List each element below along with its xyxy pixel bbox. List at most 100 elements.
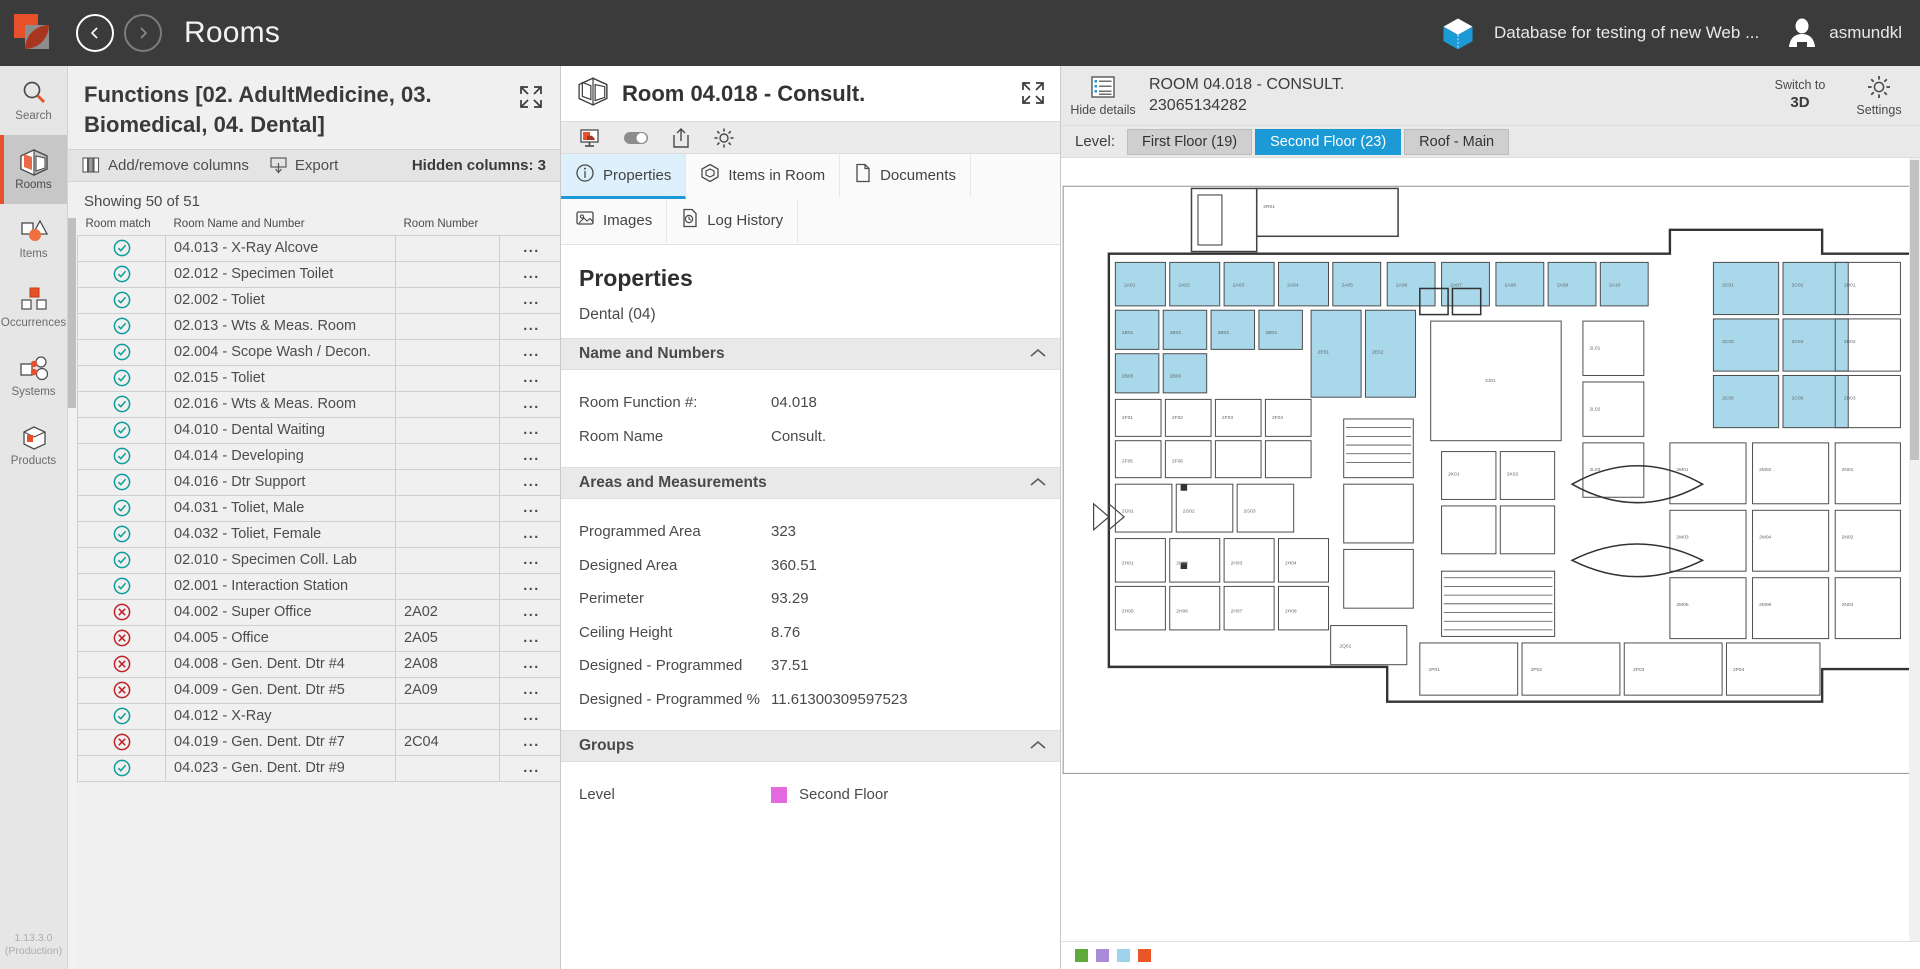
room-name-cell[interactable]: 02.002 - Toliet: [166, 287, 396, 313]
expand-icon[interactable]: [1020, 80, 1046, 111]
row-actions-button[interactable]: ...: [500, 625, 561, 651]
room-name-cell[interactable]: 02.004 - Scope Wash / Decon.: [166, 339, 396, 365]
row-actions-button[interactable]: ...: [500, 755, 561, 781]
room-name-cell[interactable]: 04.010 - Dental Waiting: [166, 417, 396, 443]
plan-vertical-scrollbar[interactable]: [1909, 158, 1920, 941]
room-name-cell[interactable]: 02.016 - Wts & Meas. Room: [166, 391, 396, 417]
legend-swatch-3[interactable]: [1138, 949, 1151, 962]
sidebar-item-products[interactable]: Products: [0, 411, 67, 480]
table-row[interactable]: 02.013 - Wts & Meas. Room...: [78, 313, 561, 339]
tab-images[interactable]: Images: [561, 199, 667, 244]
row-actions-button[interactable]: ...: [500, 443, 561, 469]
table-row[interactable]: 02.004 - Scope Wash / Decon....: [78, 339, 561, 365]
table-row[interactable]: 04.014 - Developing...: [78, 443, 561, 469]
room-name-cell[interactable]: 04.023 - Gen. Dent. Dtr #9: [166, 755, 396, 781]
legend-swatch-0[interactable]: [1075, 949, 1088, 962]
expand-icon[interactable]: [518, 84, 544, 115]
row-actions-button[interactable]: ...: [500, 599, 561, 625]
gear-icon[interactable]: [713, 127, 735, 149]
grid-scrollbar[interactable]: [68, 218, 76, 969]
table-row[interactable]: 02.012 - Specimen Toilet...: [78, 261, 561, 287]
table-row[interactable]: 04.008 - Gen. Dent. Dtr #42A08...: [78, 651, 561, 677]
row-actions-button[interactable]: ...: [500, 261, 561, 287]
legend-swatch-1[interactable]: [1096, 949, 1109, 962]
row-actions-button[interactable]: ...: [500, 339, 561, 365]
forward-button[interactable]: [124, 14, 162, 52]
row-actions-button[interactable]: ...: [500, 573, 561, 599]
row-actions-button[interactable]: ...: [500, 313, 561, 339]
room-name-cell[interactable]: 04.019 - Gen. Dent. Dtr #7: [166, 729, 396, 755]
room-name-cell[interactable]: 04.016 - Dtr Support: [166, 469, 396, 495]
col-header-room-match[interactable]: Room match: [78, 218, 166, 236]
table-row[interactable]: 04.016 - Dtr Support...: [78, 469, 561, 495]
level-tab-first-floor-19[interactable]: First Floor (19): [1127, 129, 1252, 155]
add-remove-columns-button[interactable]: Add/remove columns: [82, 156, 249, 174]
export-button[interactable]: Export: [269, 156, 338, 174]
room-name-cell[interactable]: 02.015 - Toliet: [166, 365, 396, 391]
tab-properties[interactable]: Properties: [561, 154, 686, 199]
table-row[interactable]: 04.012 - X-Ray...: [78, 703, 561, 729]
sidebar-item-rooms[interactable]: Rooms: [0, 135, 67, 204]
table-row[interactable]: 02.015 - Toliet...: [78, 365, 561, 391]
tab-items-in-room[interactable]: Items in Room: [686, 154, 840, 199]
room-name-cell[interactable]: 02.001 - Interaction Station: [166, 573, 396, 599]
back-button[interactable]: [76, 14, 114, 52]
row-actions-button[interactable]: ...: [500, 495, 561, 521]
room-name-cell[interactable]: 04.032 - Toliet, Female: [166, 521, 396, 547]
room-name-cell[interactable]: 04.009 - Gen. Dent. Dtr #5: [166, 677, 396, 703]
share-icon[interactable]: [671, 127, 691, 149]
table-row[interactable]: 04.010 - Dental Waiting...: [78, 417, 561, 443]
row-actions-button[interactable]: ...: [500, 521, 561, 547]
section-header-groups[interactable]: Groups: [561, 730, 1060, 762]
table-row[interactable]: 04.019 - Gen. Dent. Dtr #72C04...: [78, 729, 561, 755]
app-logo[interactable]: [0, 14, 66, 52]
row-actions-button[interactable]: ...: [500, 703, 561, 729]
table-row[interactable]: 04.032 - Toliet, Female...: [78, 521, 561, 547]
row-actions-button[interactable]: ...: [500, 651, 561, 677]
col-header-room-name[interactable]: Room Name and Number: [166, 218, 396, 236]
table-row[interactable]: 02.010 - Specimen Coll. Lab...: [78, 547, 561, 573]
sidebar-item-systems[interactable]: Systems: [0, 342, 67, 411]
user-name[interactable]: asmundkl: [1829, 23, 1902, 43]
plan-scrollbar-thumb[interactable]: [1910, 160, 1919, 460]
settings-button[interactable]: Settings: [1838, 66, 1920, 125]
legend-swatch-2[interactable]: [1117, 949, 1130, 962]
row-actions-button[interactable]: ...: [500, 547, 561, 573]
switch-to-3d-button[interactable]: Switch to 3D: [1762, 66, 1838, 125]
table-row[interactable]: 04.002 - Super Office2A02...: [78, 599, 561, 625]
section-header-name-and-numbers[interactable]: Name and Numbers: [561, 338, 1060, 370]
sidebar-item-search[interactable]: Search: [0, 66, 67, 135]
table-row[interactable]: 04.009 - Gen. Dent. Dtr #52A09...: [78, 677, 561, 703]
row-actions-button[interactable]: ...: [500, 391, 561, 417]
sidebar-item-items[interactable]: Items: [0, 204, 67, 273]
room-name-cell[interactable]: 04.031 - Toliet, Male: [166, 495, 396, 521]
row-actions-button[interactable]: ...: [500, 677, 561, 703]
row-actions-button[interactable]: ...: [500, 417, 561, 443]
row-actions-button[interactable]: ...: [500, 365, 561, 391]
table-row[interactable]: 04.005 - Office2A05...: [78, 625, 561, 651]
room-name-cell[interactable]: 04.013 - X-Ray Alcove: [166, 235, 396, 261]
table-row[interactable]: 04.013 - X-Ray Alcove...: [78, 235, 561, 261]
room-name-cell[interactable]: 04.014 - Developing: [166, 443, 396, 469]
toggle-switch-icon[interactable]: [623, 130, 649, 146]
hide-details-button[interactable]: Hide details: [1061, 66, 1145, 125]
col-header-room-number[interactable]: Room Number: [396, 218, 500, 236]
collapse-toggle[interactable]: [1030, 474, 1046, 492]
level-tab-second-floor-23[interactable]: Second Floor (23): [1255, 129, 1401, 155]
model-view-icon[interactable]: [579, 128, 601, 148]
collapse-toggle[interactable]: [1030, 345, 1046, 363]
row-actions-button[interactable]: ...: [500, 235, 561, 261]
room-name-cell[interactable]: 02.010 - Specimen Coll. Lab: [166, 547, 396, 573]
room-name-cell[interactable]: 02.012 - Specimen Toilet: [166, 261, 396, 287]
table-row[interactable]: 02.001 - Interaction Station...: [78, 573, 561, 599]
table-row[interactable]: 02.002 - Toliet...: [78, 287, 561, 313]
floorplan-canvas[interactable]: 2A012A02 2A032A04 2A052A06 2A072A08 2A09…: [1061, 158, 1920, 941]
user-avatar-icon[interactable]: [1785, 16, 1819, 50]
tab-log-history[interactable]: Log History: [667, 199, 798, 244]
level-tab-roof-main[interactable]: Roof - Main: [1404, 129, 1509, 155]
row-actions-button[interactable]: ...: [500, 469, 561, 495]
room-name-cell[interactable]: 04.012 - X-Ray: [166, 703, 396, 729]
table-row[interactable]: 02.016 - Wts & Meas. Room...: [78, 391, 561, 417]
section-header-areas-and-measurements[interactable]: Areas and Measurements: [561, 467, 1060, 499]
room-name-cell[interactable]: 02.013 - Wts & Meas. Room: [166, 313, 396, 339]
